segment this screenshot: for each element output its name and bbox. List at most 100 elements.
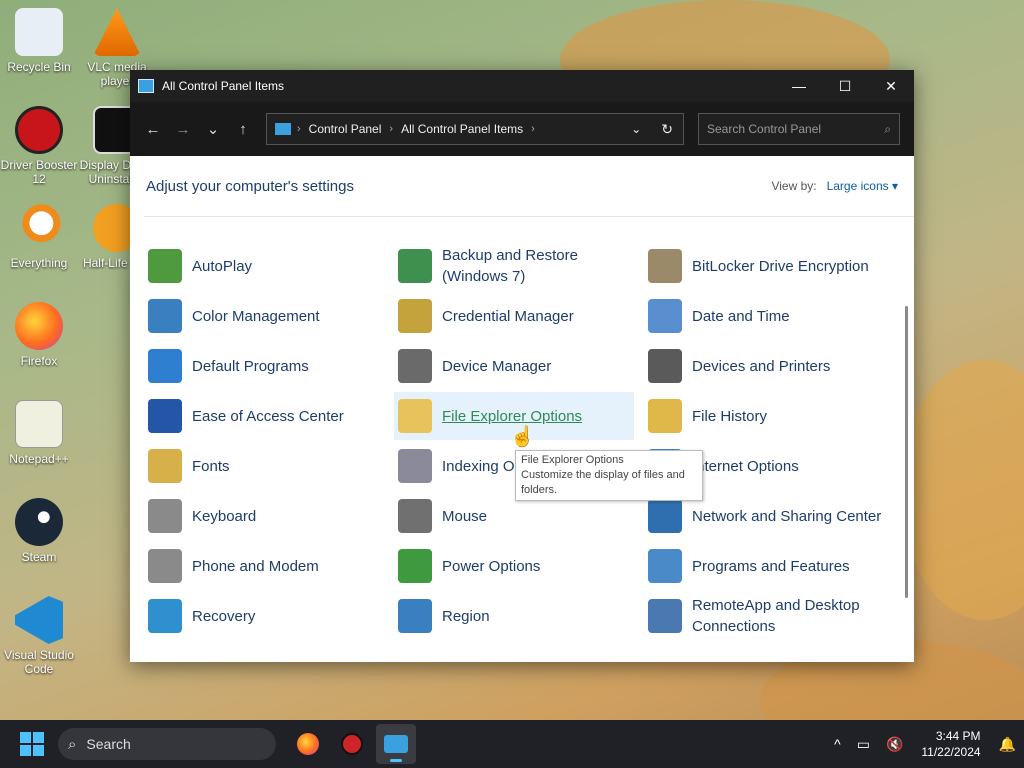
control-panel-item-label: Region [442, 607, 490, 625]
autoplay-icon [148, 249, 182, 283]
view-by-dropdown[interactable]: Large icons ▾ [827, 179, 898, 193]
minimize-button[interactable]: — [776, 70, 822, 102]
control-panel-item[interactable]: Backup and Restore (Windows 7) [394, 242, 634, 290]
desktop-icon-label: Steam [21, 550, 57, 564]
recent-locations-button[interactable]: ⌄ [198, 114, 228, 144]
recovery-icon [148, 599, 182, 633]
desktop-icon-driver-booster[interactable]: Driver Booster 12 [0, 106, 78, 186]
control-panel-item[interactable]: RemoteApp and Desktop Connections [644, 592, 884, 640]
search-box[interactable]: Search Control Panel ⌕ [698, 113, 900, 145]
network-icon[interactable]: ▭ [857, 736, 870, 753]
view-by-value: Large icons [826, 179, 889, 193]
taskbar-driver-booster[interactable] [332, 724, 372, 764]
desktop-icon-notepad-plus-plus[interactable]: Notepad++ [0, 400, 78, 466]
control-panel-item-label: Default Programs [192, 357, 309, 375]
desktop-icon-steam[interactable]: Steam [0, 498, 78, 564]
control-panel-item-label: Backup and Restore (Windows 7) [442, 247, 578, 285]
close-button[interactable]: ✕ [868, 70, 914, 102]
keyboard-icon [148, 499, 182, 533]
ease-of-access-icon [148, 399, 182, 433]
control-panel-item-label: Mouse [442, 507, 488, 525]
control-panel-item-label: Fonts [192, 457, 230, 475]
control-panel-item[interactable]: Keyboard [144, 492, 384, 540]
notepad-plus-plus-icon [15, 400, 63, 448]
content-header: Adjust your computer's settings View by:… [130, 156, 914, 216]
control-panel-item[interactable]: Date and Time [644, 292, 884, 340]
control-panel-item[interactable]: Region [394, 592, 634, 640]
region-icon [398, 599, 432, 633]
vlc-icon [93, 8, 141, 56]
control-panel-item[interactable]: Ease of Access Center [144, 392, 384, 440]
control-panel-item[interactable]: Power Options [394, 542, 634, 590]
control-panel-item[interactable]: Fonts [144, 442, 384, 490]
desktop-icon-recycle-bin[interactable]: Recycle Bin [0, 8, 78, 74]
control-panel-item[interactable]: BitLocker Drive Encryption [644, 242, 884, 290]
control-panel-item-label: Device Manager [442, 357, 552, 375]
control-panel-item[interactable]: Color Management [144, 292, 384, 340]
title-bar[interactable]: All Control Panel Items — ☐ ✕ [130, 70, 914, 102]
control-panel-item-label: BitLocker Drive Encryption [692, 257, 869, 275]
search-icon[interactable]: ⌕ [884, 122, 891, 137]
mouse-icon [398, 499, 432, 533]
control-panel-item[interactable]: AutoPlay [144, 242, 384, 290]
control-panel-item[interactable]: Device Manager [394, 342, 634, 390]
breadcrumb-control-panel[interactable]: Control Panel [309, 122, 382, 136]
tooltip: File Explorer Options Customize the disp… [515, 450, 703, 501]
control-panel-item-label: Internet Options [692, 457, 799, 475]
desktop-icon-everything[interactable]: Everything [0, 204, 78, 270]
file-explorer-options-icon [398, 399, 432, 433]
address-bar[interactable]: › Control Panel › All Control Panel Item… [266, 113, 684, 145]
everything-search-icon [15, 204, 63, 252]
breadcrumb-all-items[interactable]: All Control Panel Items [401, 122, 523, 136]
breadcrumb-separator[interactable]: › [531, 123, 535, 135]
view-by: View by: Large icons ▾ [771, 179, 898, 193]
control-panel-item[interactable]: Default Programs [144, 342, 384, 390]
desktop-icon-firefox[interactable]: Firefox [0, 302, 78, 368]
chevron-up-icon[interactable]: ^ [834, 736, 841, 752]
desktop-icon-label: Notepad++ [9, 452, 69, 466]
control-panel-item[interactable]: Programs and Features [644, 542, 884, 590]
window-title: All Control Panel Items [162, 79, 285, 93]
system-tray: ^ ▭ 🔇 3:44 PM 11/22/2024 🔔 [826, 720, 1024, 768]
refresh-icon[interactable]: ↻ [661, 121, 673, 138]
breadcrumb-separator[interactable]: › [389, 123, 393, 135]
taskbar-search[interactable]: ⌕ Search [58, 728, 276, 760]
search-input[interactable]: Search Control Panel [707, 122, 884, 136]
up-button[interactable]: ↑ [228, 114, 258, 144]
notification-icon[interactable]: 🔔 [999, 736, 1016, 753]
control-panel-item[interactable]: Credential Manager [394, 292, 634, 340]
navigation-bar: ← → ⌄ ↑ › Control Panel › All Control Pa… [130, 102, 914, 156]
clock-time: 3:44 PM [935, 729, 981, 743]
control-panel-item-label: RemoteApp and Desktop Connections [692, 597, 860, 635]
back-button[interactable]: ← [138, 114, 168, 144]
taskbar-control-panel[interactable] [376, 724, 416, 764]
backup-restore-icon [398, 249, 432, 283]
wallpaper-shape [900, 360, 1024, 620]
remoteapp-icon [648, 599, 682, 633]
credential-manager-icon [398, 299, 432, 333]
maximize-button[interactable]: ☐ [822, 70, 868, 102]
taskbar-firefox[interactable] [288, 724, 328, 764]
control-panel-item[interactable]: Phone and Modem [144, 542, 384, 590]
control-panel-item[interactable]: Recovery [144, 592, 384, 640]
volume-muted-icon[interactable]: 🔇 [886, 736, 903, 753]
control-panel-item-label: Phone and Modem [192, 557, 319, 575]
control-panel-item[interactable]: Devices and Printers [644, 342, 884, 390]
control-panel-window: All Control Panel Items — ☐ ✕ ← → ⌄ ↑ › … [130, 70, 914, 662]
control-panel-icon [275, 123, 291, 135]
device-manager-icon [398, 349, 432, 383]
start-button[interactable] [20, 732, 44, 756]
clock[interactable]: 3:44 PM 11/22/2024 [921, 728, 980, 760]
breadcrumb-separator[interactable]: › [297, 123, 301, 135]
control-panel-item-label: AutoPlay [192, 257, 253, 275]
control-panel-item[interactable]: File History [644, 392, 884, 440]
programs-features-icon [648, 549, 682, 583]
divider [144, 216, 914, 217]
address-dropdown-icon[interactable]: ⌄ [631, 122, 641, 136]
desktop-icon-vscode[interactable]: Visual Studio Code [0, 596, 78, 676]
vertical-scrollbar[interactable] [905, 306, 908, 598]
taskbar-search-label: Search [86, 736, 131, 752]
forward-button[interactable]: → [168, 114, 198, 144]
search-icon: ⌕ [68, 735, 77, 753]
control-panel-item-label: Recovery [192, 607, 256, 625]
